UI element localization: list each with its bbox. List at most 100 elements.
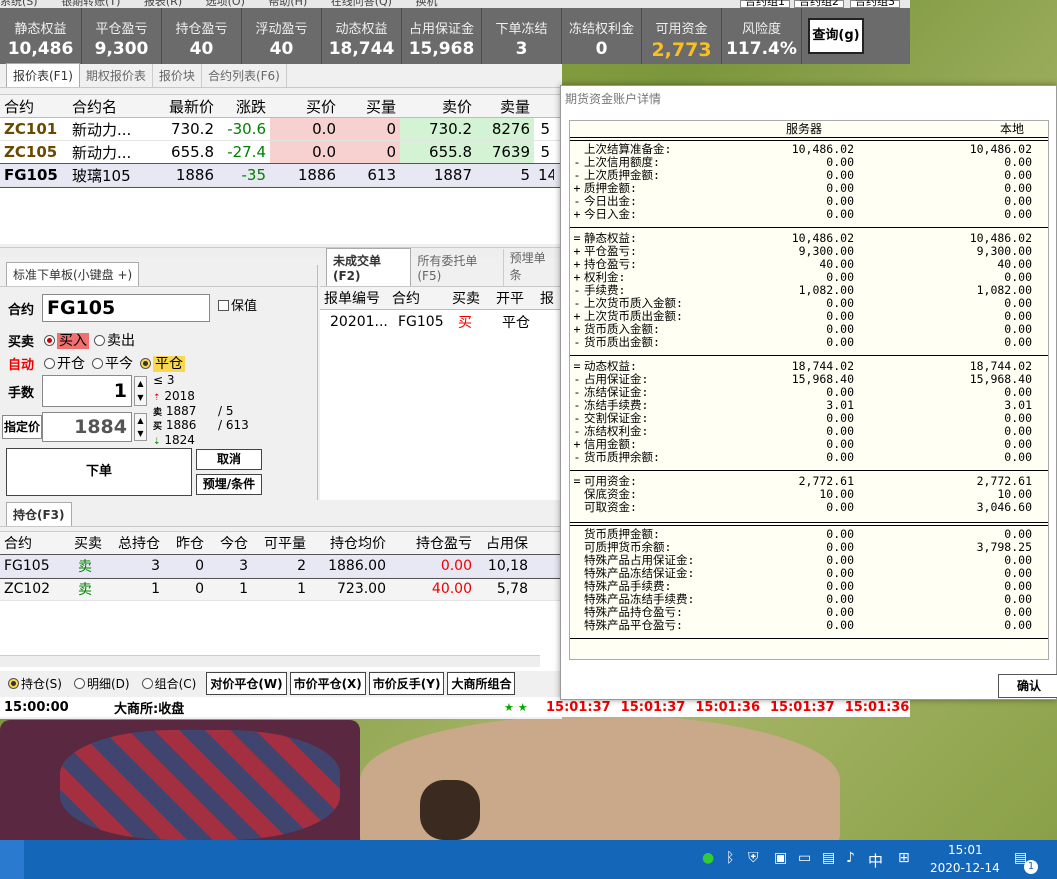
cell-bid[interactable]: 0.0 <box>270 118 340 140</box>
contract-input[interactable]: FG105 <box>42 294 210 322</box>
table-row[interactable]: ZC105 新动力... 655.8 -27.4 0.0 0 655.8 763… <box>0 141 562 164</box>
cell-ask[interactable]: 1887 <box>400 166 476 184</box>
mode-positions-radio[interactable]: 持仓(S) <box>8 675 62 692</box>
close-radio[interactable]: 平仓 <box>140 353 185 373</box>
mode-combo-radio[interactable]: 组合(C) <box>141 675 196 692</box>
col-header[interactable]: 总持仓 <box>106 533 164 553</box>
close-today-radio[interactable]: 平今 <box>92 353 133 373</box>
col-header[interactable]: 最新价 <box>154 96 218 117</box>
tab-quote-table[interactable]: 报价表(F1) <box>6 63 80 87</box>
market-close-button[interactable]: 市价平仓(X) <box>289 671 366 695</box>
limit-down-value: 1824 <box>164 433 195 447</box>
clock-time[interactable]: 15:01 <box>948 843 983 857</box>
radio-icon <box>73 677 85 689</box>
menu-switch[interactable]: 换机 <box>415 0 437 8</box>
opposite-close-button[interactable]: 对价平仓(W) <box>206 671 287 695</box>
clock-date[interactable]: 2020-12-14 <box>930 861 1000 875</box>
col-header[interactable]: 占用保 <box>476 533 532 553</box>
price-stepper[interactable]: ▲ ▼ <box>134 413 147 441</box>
menu-qa[interactable]: 在线问答(Q) <box>331 0 392 8</box>
display-icon[interactable]: ▣ <box>774 850 787 866</box>
market-reverse-button[interactable]: 市价反手(Y) <box>368 671 445 695</box>
tab-positions[interactable]: 持仓(F3) <box>6 502 72 526</box>
preset-order-button[interactable]: 预埋/条件 <box>196 474 262 495</box>
col-header[interactable]: 合约 <box>0 533 64 553</box>
menu-report[interactable]: 报表(R) <box>144 0 182 8</box>
open-radio[interactable]: 开仓 <box>44 353 85 373</box>
price-input[interactable]: 1884 <box>42 412 132 442</box>
menu-help[interactable]: 帮助(H) <box>268 0 307 8</box>
col-header[interactable]: 买卖 <box>448 288 492 308</box>
network-icon[interactable]: ▤ <box>822 850 835 866</box>
start-area[interactable] <box>0 840 24 879</box>
cancel-button[interactable]: 取消 <box>196 449 262 470</box>
col-header[interactable]: 买卖 <box>64 533 106 553</box>
sell-radio[interactable]: 卖出 <box>94 330 135 350</box>
qty-input[interactable]: 1 <box>42 375 132 407</box>
wechat-icon[interactable]: ● <box>702 850 714 866</box>
col-header[interactable]: 合约 <box>388 288 448 308</box>
col-header[interactable]: 今仓 <box>208 533 252 553</box>
price-mode-button[interactable]: 指定价 <box>2 415 42 439</box>
col-header[interactable]: 报单编号 <box>320 288 388 308</box>
table-row[interactable]: ZC102 卖 1 0 1 1 723.00 40.00 5,78 <box>0 578 562 601</box>
keyboard-icon[interactable]: ⊞ <box>898 850 910 866</box>
dce-combo-button[interactable]: 大商所组合 <box>447 671 516 695</box>
positions-header: 合约 买卖 总持仓 昨仓 今仓 可平量 持仓均价 持仓盈亏 占用保 <box>0 532 562 555</box>
dialog-title[interactable]: 期货资金账户详情 <box>561 86 1056 112</box>
menu-system[interactable]: 系统(S) <box>0 0 38 8</box>
table-row-selected[interactable]: FG105 玻璃105 1886 -35 1886 613 1887 5 14 <box>0 163 563 188</box>
col-header[interactable]: 合约名 <box>68 96 154 117</box>
tab-pending[interactable]: 未成交单(F2) <box>326 248 412 286</box>
group-tab-3[interactable]: 合约组3 <box>850 0 900 8</box>
ime-indicator[interactable]: 中 <box>868 850 883 871</box>
table-row[interactable]: ZC101 新动力... 730.2 -30.6 0.0 0 730.2 827… <box>0 118 562 141</box>
detail-sign: = <box>573 474 581 488</box>
col-header[interactable]: 卖量 <box>476 96 534 117</box>
query-button[interactable]: 查询(g) <box>808 18 864 54</box>
tab-all-orders[interactable]: 所有委托单(F5) <box>411 249 504 286</box>
col-header[interactable]: 涨跌 <box>218 96 270 117</box>
guarantee-checkbox[interactable]: 保值 <box>218 295 257 314</box>
tab-quote-block[interactable]: 报价块 <box>153 64 202 87</box>
cell-bid[interactable]: 0.0 <box>270 141 340 163</box>
auto-label[interactable]: 自动 <box>8 354 34 373</box>
mode-detail-radio[interactable]: 明细(D) <box>73 675 130 692</box>
group-tab-2[interactable]: 合约组2 <box>794 0 844 8</box>
tab-preset-orders[interactable]: 预埋单条 <box>504 246 562 286</box>
group-tab-1[interactable]: 合约组1 <box>740 0 790 8</box>
col-header[interactable]: 买价 <box>270 96 340 117</box>
submit-order-button[interactable]: 下单 <box>6 448 192 496</box>
bluetooth-icon[interactable]: ᛒ <box>726 850 734 866</box>
col-header[interactable]: 昨仓 <box>164 533 208 553</box>
sell-quote[interactable]: 卖 1887 <box>153 404 196 418</box>
col-header[interactable]: 报 <box>536 288 562 308</box>
menu-bank-transfer[interactable]: 银期转账(T) <box>61 0 120 8</box>
buy-radio[interactable]: 买入 <box>44 330 89 350</box>
col-header[interactable]: 可平量 <box>252 533 310 553</box>
buy-quote[interactable]: 买 1886 <box>153 418 196 432</box>
menu-options[interactable]: 选项(O) <box>206 0 245 8</box>
tab-contract-list[interactable]: 合约列表(F6) <box>202 64 287 87</box>
col-header[interactable]: 买量 <box>340 96 400 117</box>
confirm-button[interactable]: 确认 <box>998 674 1057 698</box>
positions-hscrollbar[interactable] <box>0 655 540 667</box>
drive-icon[interactable]: ▭ <box>798 850 811 866</box>
tab-option-quotes[interactable]: 期权报价表 <box>80 64 153 87</box>
col-header[interactable]: 持仓均价 <box>310 533 390 553</box>
col-header[interactable]: 合约 <box>0 96 68 117</box>
cell-ask[interactable]: 655.8 <box>400 141 476 163</box>
col-header[interactable]: 持仓盈亏 <box>390 533 476 553</box>
cell-ask[interactable]: 730.2 <box>400 118 476 140</box>
cell-total: 1 <box>151 581 160 597</box>
col-header[interactable]: 卖价 <box>400 96 476 117</box>
security-icon[interactable]: ⛨ <box>748 850 759 866</box>
table-row-selected[interactable]: FG105 卖 3 0 3 2 1886.00 0.00 10,18 <box>0 554 563 579</box>
qty-max-value: 3 <box>166 373 175 387</box>
cell-bid[interactable]: 1886 <box>270 166 340 184</box>
qty-stepper[interactable]: ▲ ▼ <box>134 376 147 406</box>
volume-icon[interactable]: ♪ <box>846 850 855 866</box>
col-header[interactable]: 开平 <box>492 288 536 308</box>
tab-standard-order[interactable]: 标准下单板(小键盘 +) <box>6 262 140 286</box>
table-row[interactable]: 20201... FG105 买 平仓 <box>320 310 562 333</box>
